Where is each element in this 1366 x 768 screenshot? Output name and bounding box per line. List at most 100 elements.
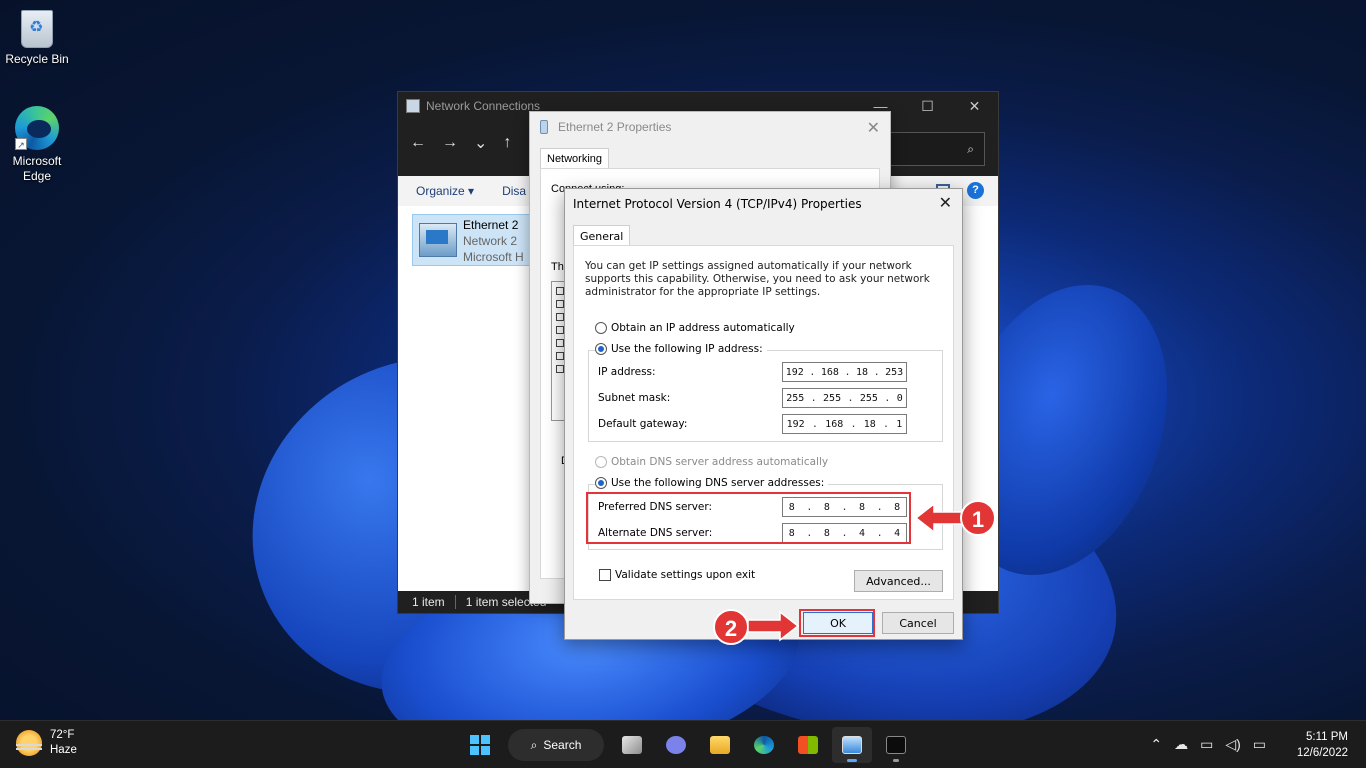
radio-label: Use the following IP address: [611, 343, 763, 355]
disable-button[interactable]: Disa [502, 184, 526, 198]
store-icon [798, 736, 818, 754]
taskbar: 72°F Haze ⌕ Search ⌃ ☁ ▭ ◁) ▭ 5:11 PM 12… [0, 720, 1366, 768]
close-icon[interactable]: ✕ [939, 193, 952, 212]
maximize-button[interactable]: ☐ [904, 92, 951, 120]
show-hidden-icons-chevron-icon[interactable]: ⌃ [1150, 736, 1162, 753]
folder-icon [710, 736, 730, 754]
checkbox[interactable] [556, 326, 564, 334]
items-label: Th [551, 261, 564, 273]
back-button[interactable]: ← [410, 134, 426, 152]
organize-menu[interactable]: Organize ▾ [416, 184, 474, 198]
radio-button[interactable] [595, 456, 607, 468]
tab-general[interactable]: General [573, 225, 631, 247]
checkbox[interactable] [556, 313, 564, 321]
search-button[interactable]: ⌕ Search [508, 729, 604, 761]
search-label: Search [543, 738, 582, 752]
title-bar[interactable]: Ethernet 2 Properties ✕ [530, 112, 890, 142]
advanced-button[interactable]: Advanced... [854, 570, 943, 592]
cancel-button[interactable]: Cancel [882, 612, 954, 634]
start-button[interactable] [460, 727, 500, 763]
recent-locations-button[interactable]: ⌄ [474, 133, 487, 153]
radio-use-following-ip[interactable]: Use the following IP address: [595, 343, 767, 355]
tab-networking[interactable]: Networking [540, 148, 610, 169]
help-icon[interactable]: ? [967, 182, 984, 199]
connection-item-ethernet2[interactable]: Ethernet 2 Network 2 Microsoft H [412, 214, 532, 266]
terminal-icon [886, 736, 906, 754]
desktop-icon-label: Microsoft [12, 154, 62, 168]
radio-obtain-dns-auto[interactable]: Obtain DNS server address automatically [595, 456, 828, 468]
weather-condition: Haze [50, 744, 77, 756]
checkbox[interactable] [556, 300, 564, 308]
network-plug-icon [540, 120, 548, 134]
radio-label: Use the following DNS server addresses: [611, 477, 825, 489]
close-button[interactable]: ✕ [951, 92, 998, 120]
system-tray: ⌃ ☁ ▭ ◁) ▭ [1150, 736, 1266, 753]
intro-text: You can get IP settings assigned automat… [585, 260, 930, 298]
window-title: Network Connections [426, 99, 541, 113]
checkbox[interactable] [599, 569, 611, 581]
radio-button[interactable] [595, 322, 607, 334]
checkbox-label: Validate settings upon exit [615, 569, 756, 581]
item-count: 1 item [412, 595, 445, 609]
divider [454, 595, 456, 609]
volume-icon[interactable]: ◁) [1225, 736, 1240, 753]
up-button[interactable]: ↑ [503, 134, 511, 152]
radio-use-following-dns[interactable]: Use the following DNS server addresses: [595, 477, 829, 489]
radio-label: Obtain DNS server address automatically [611, 456, 829, 468]
close-icon[interactable]: ✕ [867, 118, 880, 138]
shortcut-arrow-icon: ↗ [15, 138, 27, 150]
clock[interactable]: 5:11 PM 12/6/2022 [1297, 729, 1348, 761]
edge-taskbar-button[interactable] [744, 727, 784, 763]
task-view-icon [622, 736, 642, 754]
store-button[interactable] [788, 727, 828, 763]
checkbox[interactable] [556, 352, 564, 360]
network-icon[interactable]: ▭ [1200, 736, 1213, 753]
terminal-button[interactable] [876, 727, 916, 763]
subnet-mask-input[interactable]: 255. 255. 255. 0 [782, 388, 907, 408]
search-box[interactable]: ⌕ [889, 132, 985, 166]
dialog-title: Ethernet 2 Properties [558, 120, 672, 134]
checkbox[interactable] [556, 287, 564, 295]
search-icon: ⌕ [967, 141, 974, 156]
edge-icon [754, 736, 774, 754]
desktop-icon-recycle-bin[interactable]: Recycle Bin [2, 10, 72, 67]
battery-icon[interactable]: ▭ [1253, 736, 1266, 753]
haze-weather-icon [16, 730, 42, 756]
file-explorer-button[interactable] [700, 727, 740, 763]
radio-obtain-ip-auto[interactable]: Obtain an IP address automatically [595, 322, 795, 334]
chevron-down-icon: ▾ [468, 184, 475, 198]
forward-button[interactable]: → [442, 134, 458, 152]
general-panel: You can get IP settings assigned automat… [573, 245, 954, 600]
task-view-button[interactable] [612, 727, 652, 763]
title-bar[interactable]: Internet Protocol Version 4 (TCP/IPv4) P… [565, 189, 962, 218]
default-gateway-input[interactable]: 192. 168. 18. 1 [782, 414, 907, 434]
clock-time: 5:11 PM [1306, 731, 1348, 743]
desktop-icon-edge[interactable]: ↗ Microsoft Edge [2, 106, 72, 184]
teams-chat-button[interactable] [656, 727, 696, 763]
connection-adapter: Microsoft H [463, 250, 524, 264]
checkbox[interactable] [556, 339, 564, 347]
radio-button-selected[interactable] [595, 477, 607, 489]
recycle-bin-icon [21, 10, 53, 48]
onedrive-cloud-icon[interactable]: ☁ [1174, 736, 1188, 753]
clock-date: 12/6/2022 [1296, 747, 1348, 759]
edge-icon: ↗ [15, 106, 59, 150]
network-connections-icon [406, 99, 420, 113]
weather-temperature: 72°F [50, 729, 75, 741]
chat-icon [666, 736, 686, 754]
windows-logo-icon [470, 735, 490, 755]
connection-network: Network 2 [463, 234, 518, 248]
validate-settings-checkbox[interactable]: Validate settings upon exit [599, 569, 755, 581]
radio-button-selected[interactable] [595, 343, 607, 355]
checkbox[interactable] [556, 365, 564, 373]
network-connections-icon [842, 736, 862, 754]
desktop-icon-label: Recycle Bin [5, 52, 69, 66]
ipv4-properties-dialog: Internet Protocol Version 4 (TCP/IPv4) P… [564, 188, 963, 640]
dialog-title: Internet Protocol Version 4 (TCP/IPv4) P… [573, 196, 862, 211]
desktop-icon-label: Edge [22, 169, 52, 183]
ip-address-input[interactable]: 192. 168. 18. 253 [782, 362, 907, 382]
weather-widget[interactable]: 72°F Haze [16, 728, 77, 758]
radio-label: Obtain an IP address automatically [611, 322, 795, 334]
connection-name: Ethernet 2 [463, 218, 519, 232]
control-panel-button[interactable] [832, 727, 872, 763]
